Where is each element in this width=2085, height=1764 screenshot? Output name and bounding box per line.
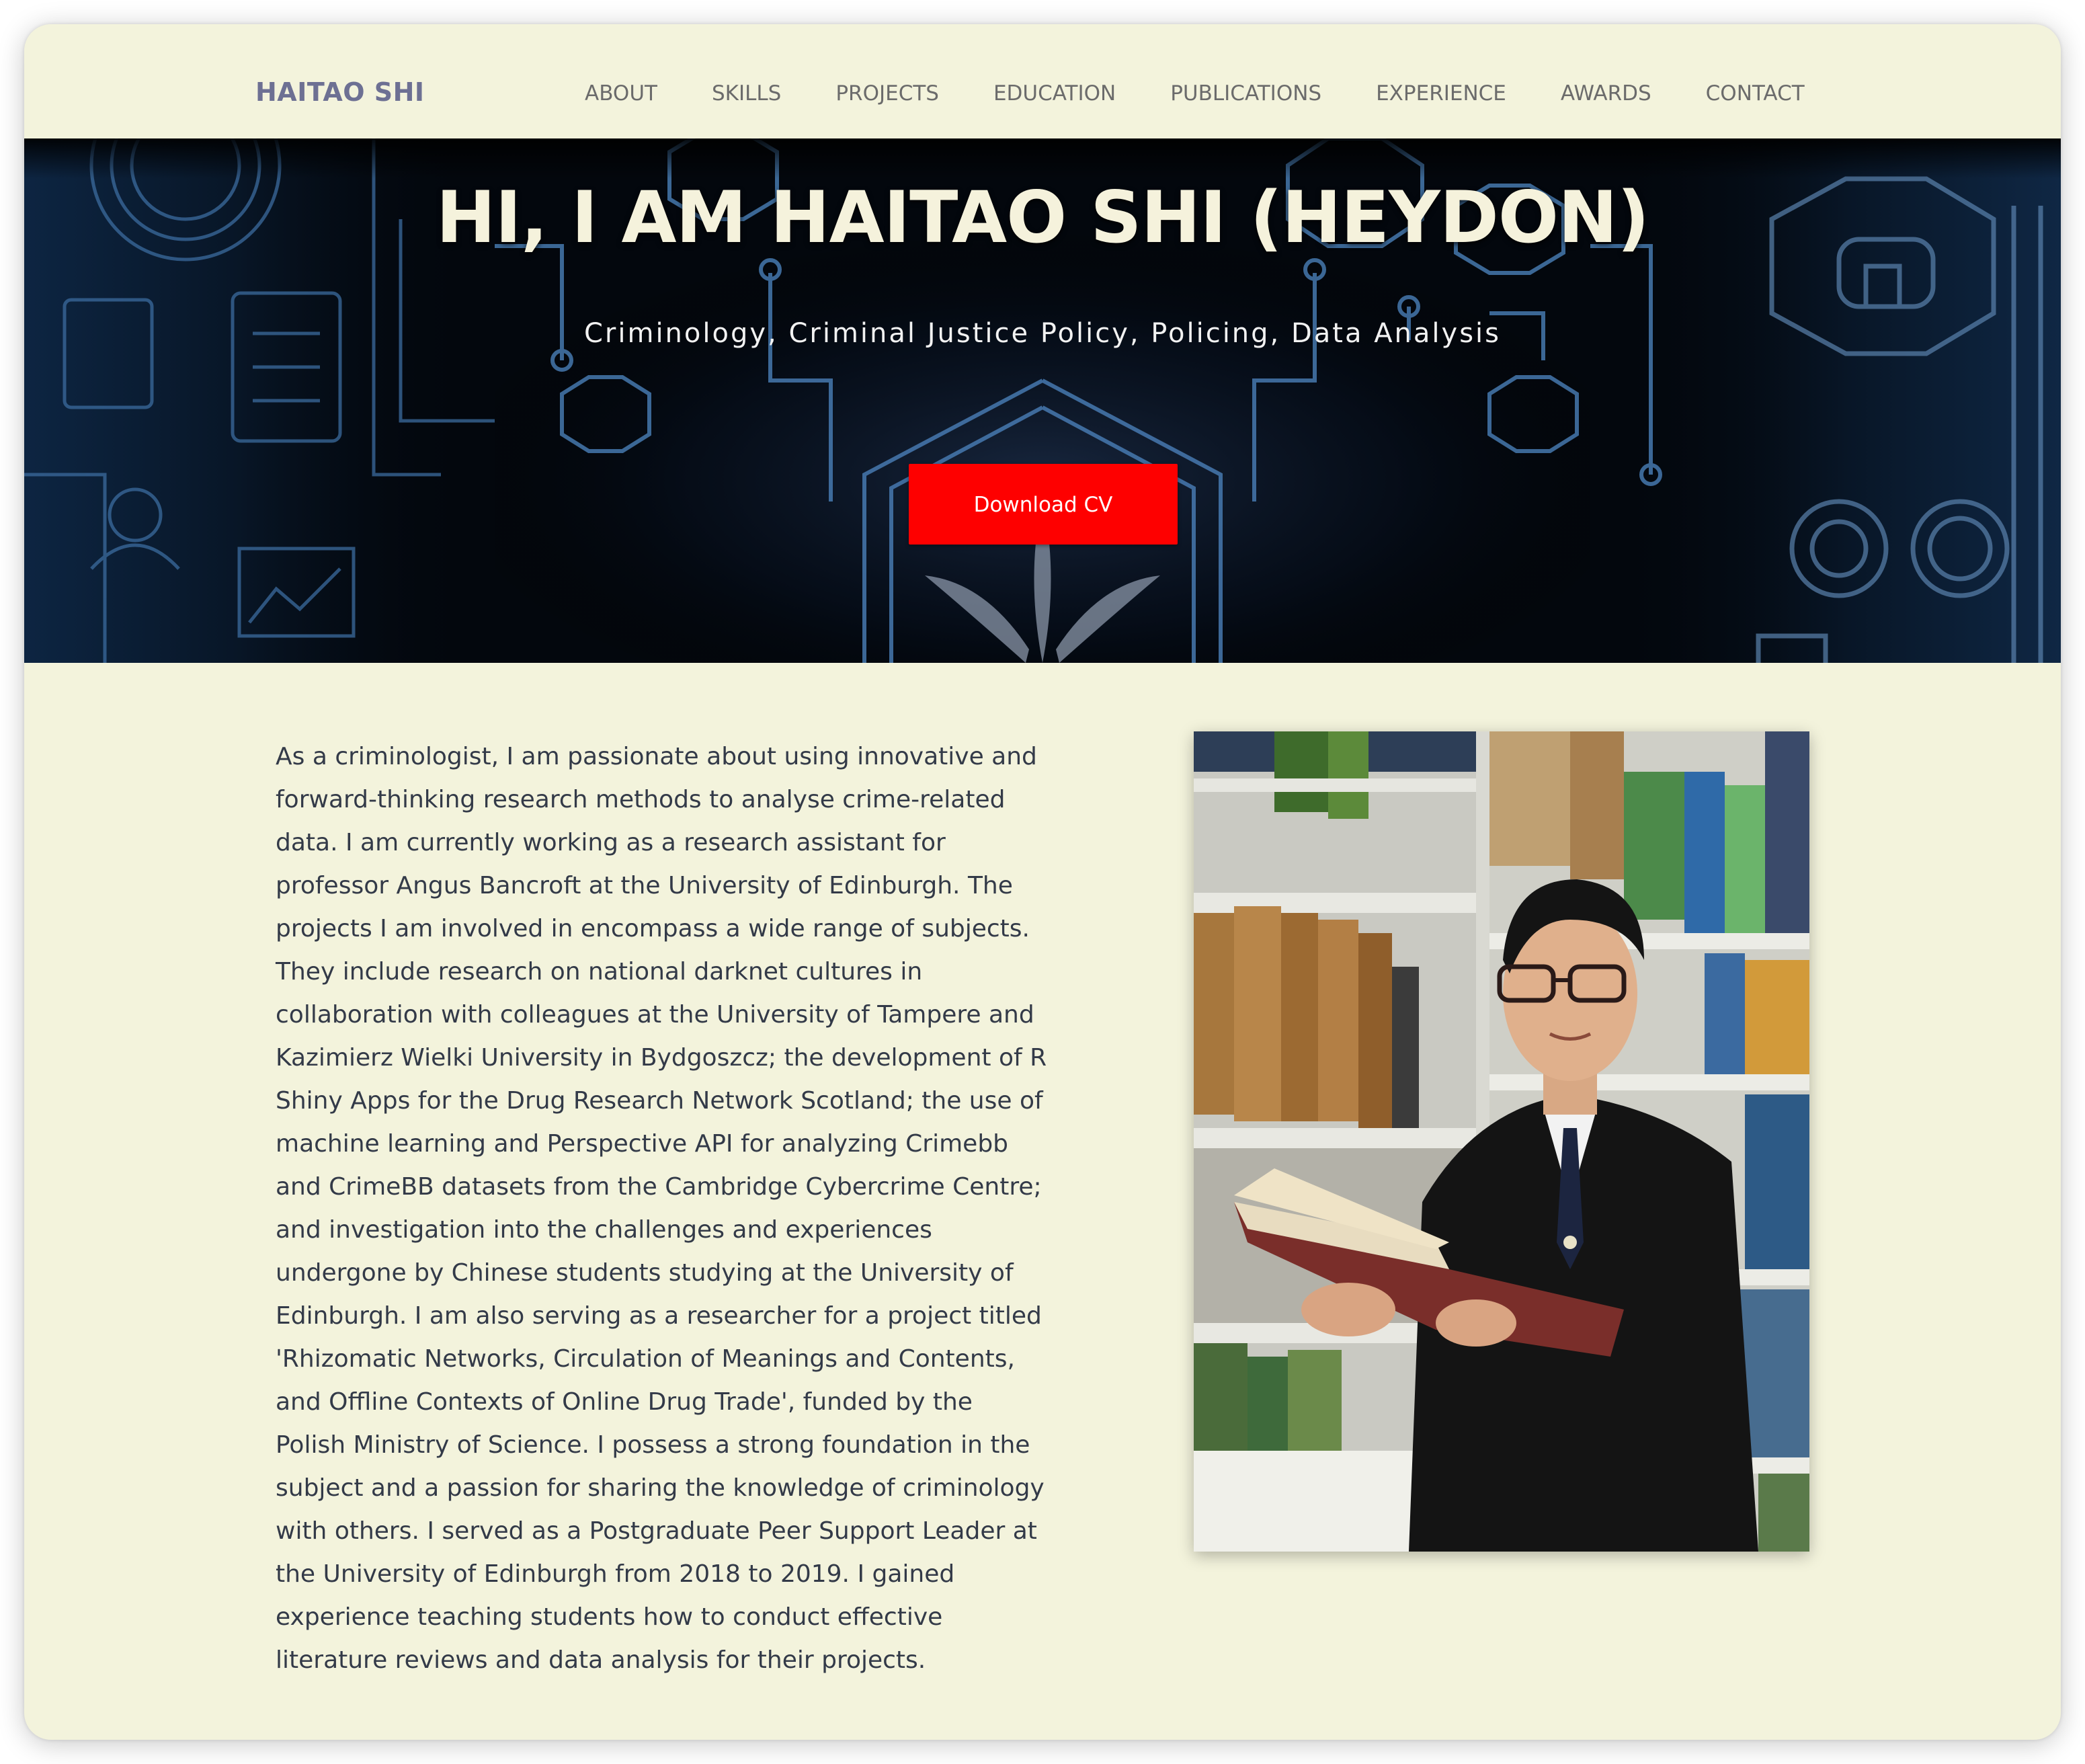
download-cv-button[interactable]: Download CV: [909, 464, 1178, 545]
nav-link-projects[interactable]: PROJECTS: [835, 83, 939, 104]
hero-banner: HI, I AM HAITAO SHI (HEYDON) Criminology…: [24, 138, 2061, 663]
browser-window: HAITAO SHI ABOUT SKILLS PROJECTS EDUCATI…: [24, 24, 2061, 1740]
nav-link-publications[interactable]: PUBLICATIONS: [1170, 83, 1321, 104]
nav-link-skills[interactable]: SKILLS: [712, 83, 781, 104]
nav-link-about[interactable]: ABOUT: [585, 83, 657, 104]
site-brand[interactable]: HAITAO SHI: [255, 79, 425, 105]
person-reading-book-in-library-photo: [1194, 731, 1809, 1552]
hero-title: HI, I AM HAITAO SHI (HEYDON): [436, 176, 1649, 259]
nav-links: ABOUT SKILLS PROJECTS EDUCATION PUBLICAT…: [585, 83, 1805, 104]
portrait-photo: [1194, 731, 1809, 1552]
nav-link-contact[interactable]: CONTACT: [1706, 83, 1805, 104]
about-paragraph: As a criminologist, I am passionate abou…: [276, 743, 1047, 1674]
nav-link-awards[interactable]: AWARDS: [1561, 83, 1651, 104]
hero-top-shadow: [24, 138, 2061, 179]
nav-link-education[interactable]: EDUCATION: [993, 83, 1116, 104]
nav-link-experience[interactable]: EXPERIENCE: [1376, 83, 1506, 104]
hero-subtitle: Criminology, Criminal Justice Policy, Po…: [583, 318, 1501, 349]
top-navbar: HAITAO SHI ABOUT SKILLS PROJECTS EDUCATI…: [24, 24, 2061, 138]
